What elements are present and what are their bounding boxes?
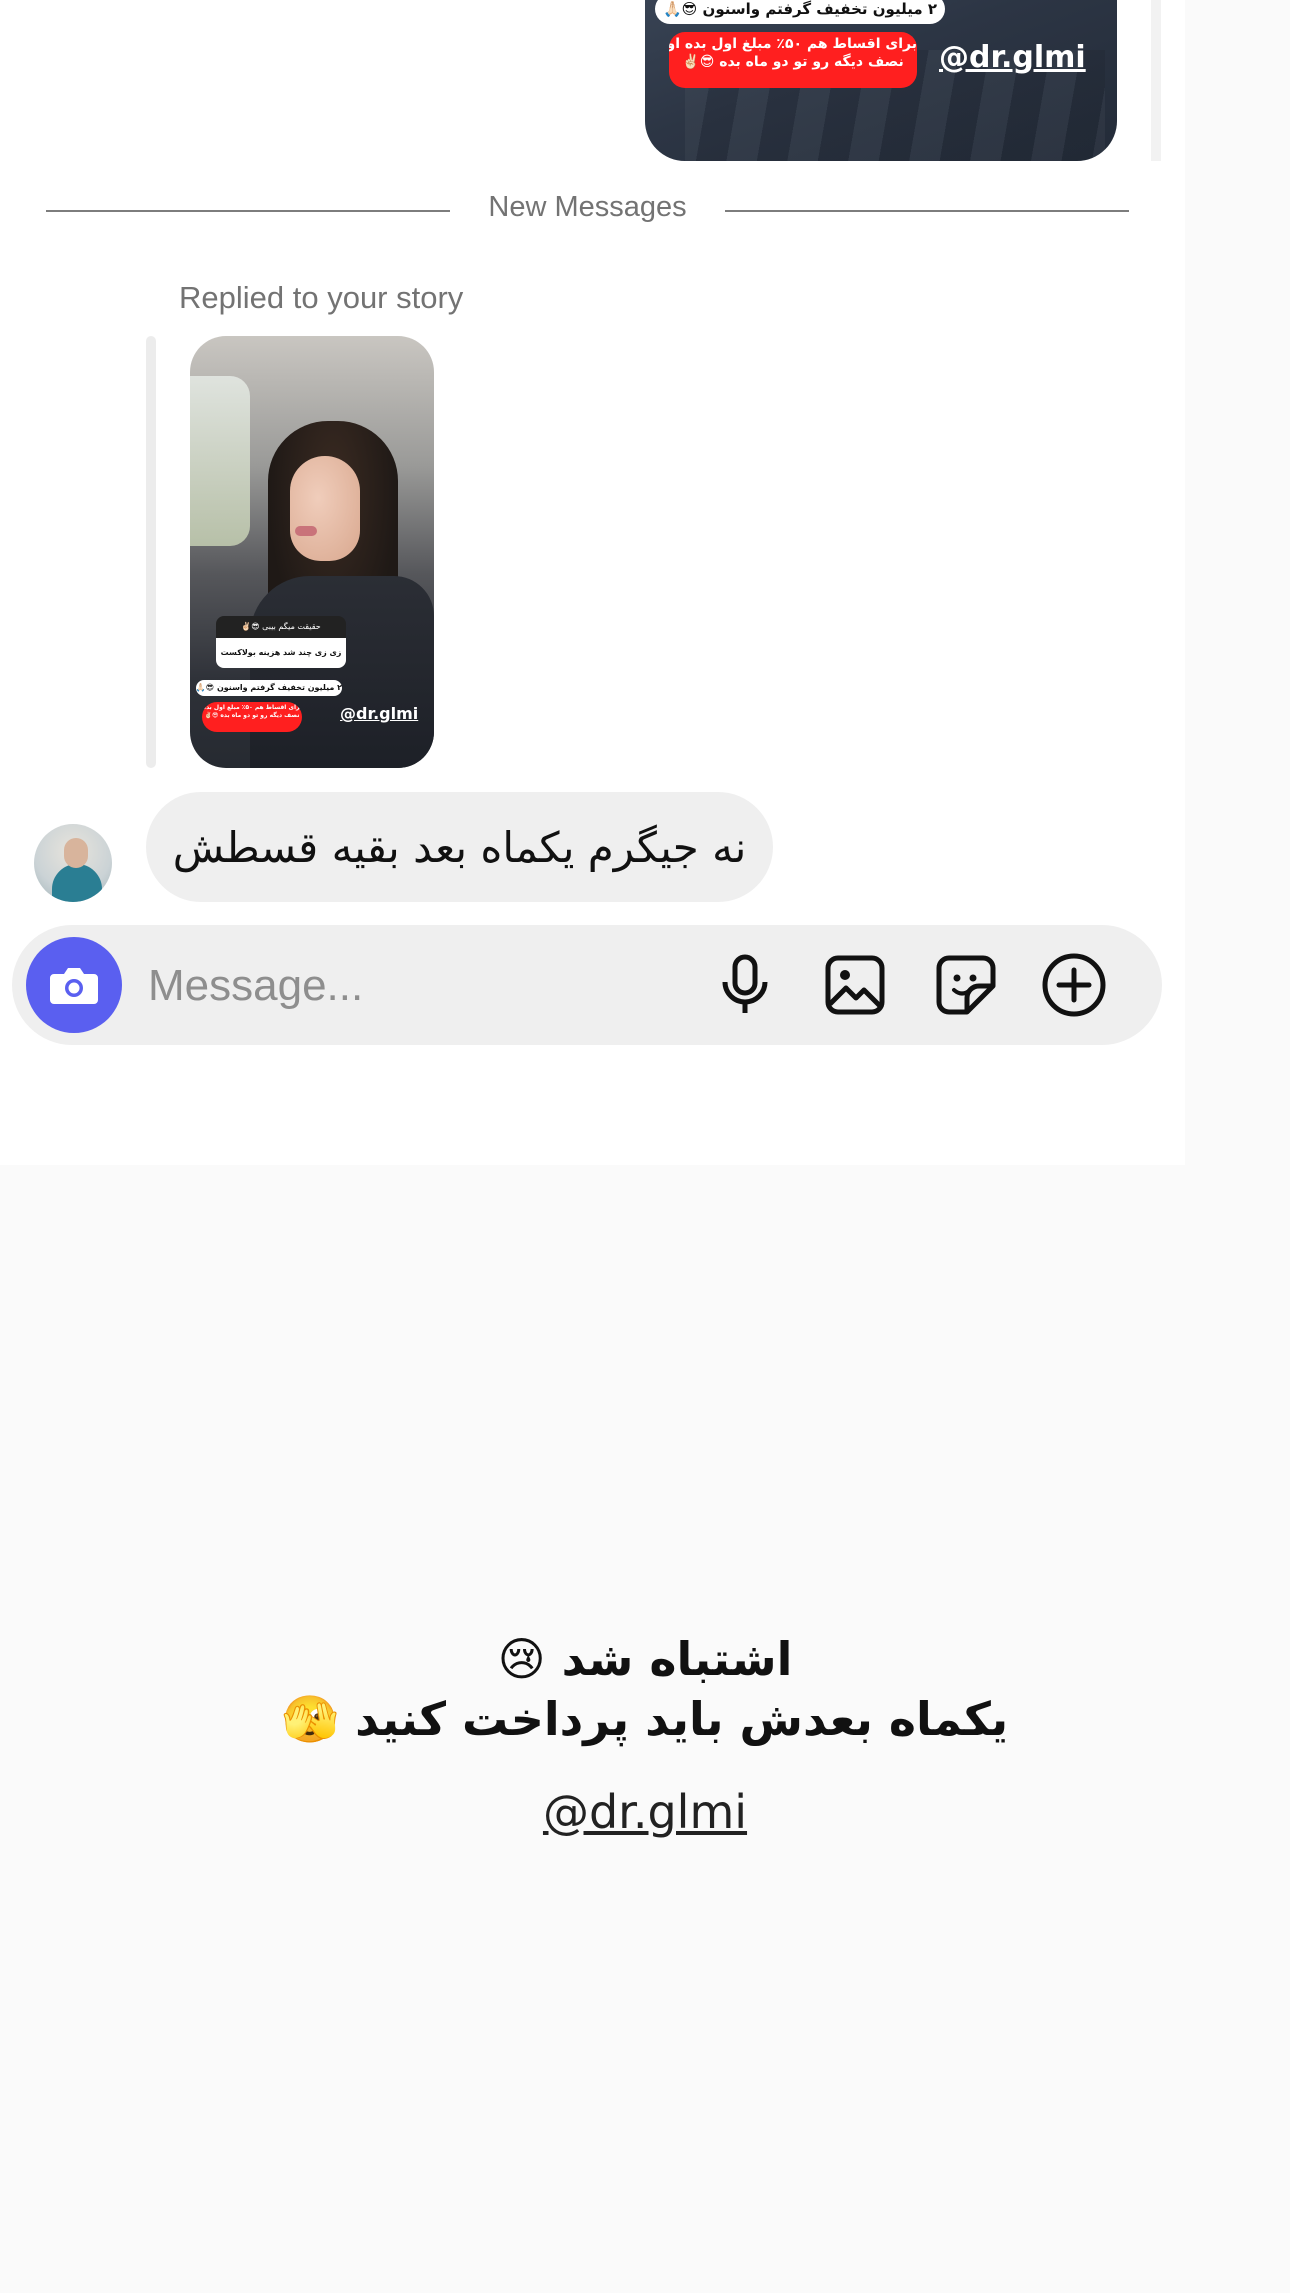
story-reply-thumbnail[interactable]: حقیقت میگم بیبی 😎✌🏻 زی زی چند شد هزینه ب… bbox=[190, 336, 434, 768]
chat-panel: ۲ میلیون تخفیف گرفتم واسنون 😎🙏🏻 برای اقس… bbox=[0, 0, 1185, 1165]
story-watermark: @dr.glmi bbox=[340, 704, 419, 723]
message-input[interactable] bbox=[146, 950, 690, 1022]
story-question-text: زی زی چند شد هزینه بولاکست bbox=[216, 638, 346, 668]
microphone-button[interactable] bbox=[712, 952, 778, 1018]
story-question-header: حقیقت میگم بیبی 😎✌🏻 bbox=[216, 616, 346, 638]
sent-story-image[interactable]: ۲ میلیون تخفیف گرفتم واسنون 😎🙏🏻 برای اقس… bbox=[645, 0, 1117, 161]
scroll-rail bbox=[1151, 0, 1161, 161]
story-person-face bbox=[290, 456, 360, 561]
avatar-body bbox=[52, 864, 102, 902]
sticker-icon bbox=[936, 955, 996, 1015]
account-handle[interactable]: @dr.glmi bbox=[0, 1785, 1290, 1839]
story-text-discount: ۲ میلیون تخفیف گرفتم واسنون 😎🙏🏻 bbox=[196, 680, 342, 696]
story-text-discount: ۲ میلیون تخفیف گرفتم واسنون 😎🙏🏻 bbox=[655, 0, 945, 24]
story-text-installments: برای اقساط هم ۵۰٪ مبلغ اول بده اون نصف د… bbox=[202, 702, 302, 732]
camera-icon bbox=[50, 968, 98, 1004]
car-window bbox=[190, 376, 250, 546]
story-person-lips bbox=[295, 526, 317, 536]
message-bubble[interactable]: نه جیگرم یکماه بعد بقیه قسطش bbox=[146, 792, 773, 902]
image-icon bbox=[825, 955, 885, 1015]
caption-line-2: یکماه بعدش باید پرداخت کنید 🫣 bbox=[281, 1692, 1009, 1746]
new-messages-divider: New Messages bbox=[488, 191, 687, 223]
divider-line-right bbox=[725, 210, 1129, 212]
story-person-scarf bbox=[250, 576, 434, 768]
avatar-head bbox=[64, 838, 88, 868]
caption-line-1: اشتباه شد 😢 bbox=[497, 1632, 793, 1686]
sticker-button[interactable] bbox=[933, 952, 999, 1018]
camera-button[interactable] bbox=[26, 937, 122, 1033]
story-watermark: @dr.glmi bbox=[939, 40, 1086, 75]
replied-to-story-label: Replied to your story bbox=[179, 280, 464, 315]
divider-line-left bbox=[46, 210, 450, 212]
microphone-icon bbox=[722, 954, 768, 1013]
more-button[interactable] bbox=[1041, 952, 1107, 1018]
plus-circle-icon bbox=[1042, 953, 1106, 1017]
story-text-installments: برای اقساط هم ۵۰٪ مبلغ اول بده اون نصف د… bbox=[669, 32, 917, 88]
gallery-button[interactable] bbox=[822, 952, 888, 1018]
reply-indicator-bar bbox=[146, 336, 156, 768]
sender-avatar[interactable] bbox=[34, 824, 112, 902]
